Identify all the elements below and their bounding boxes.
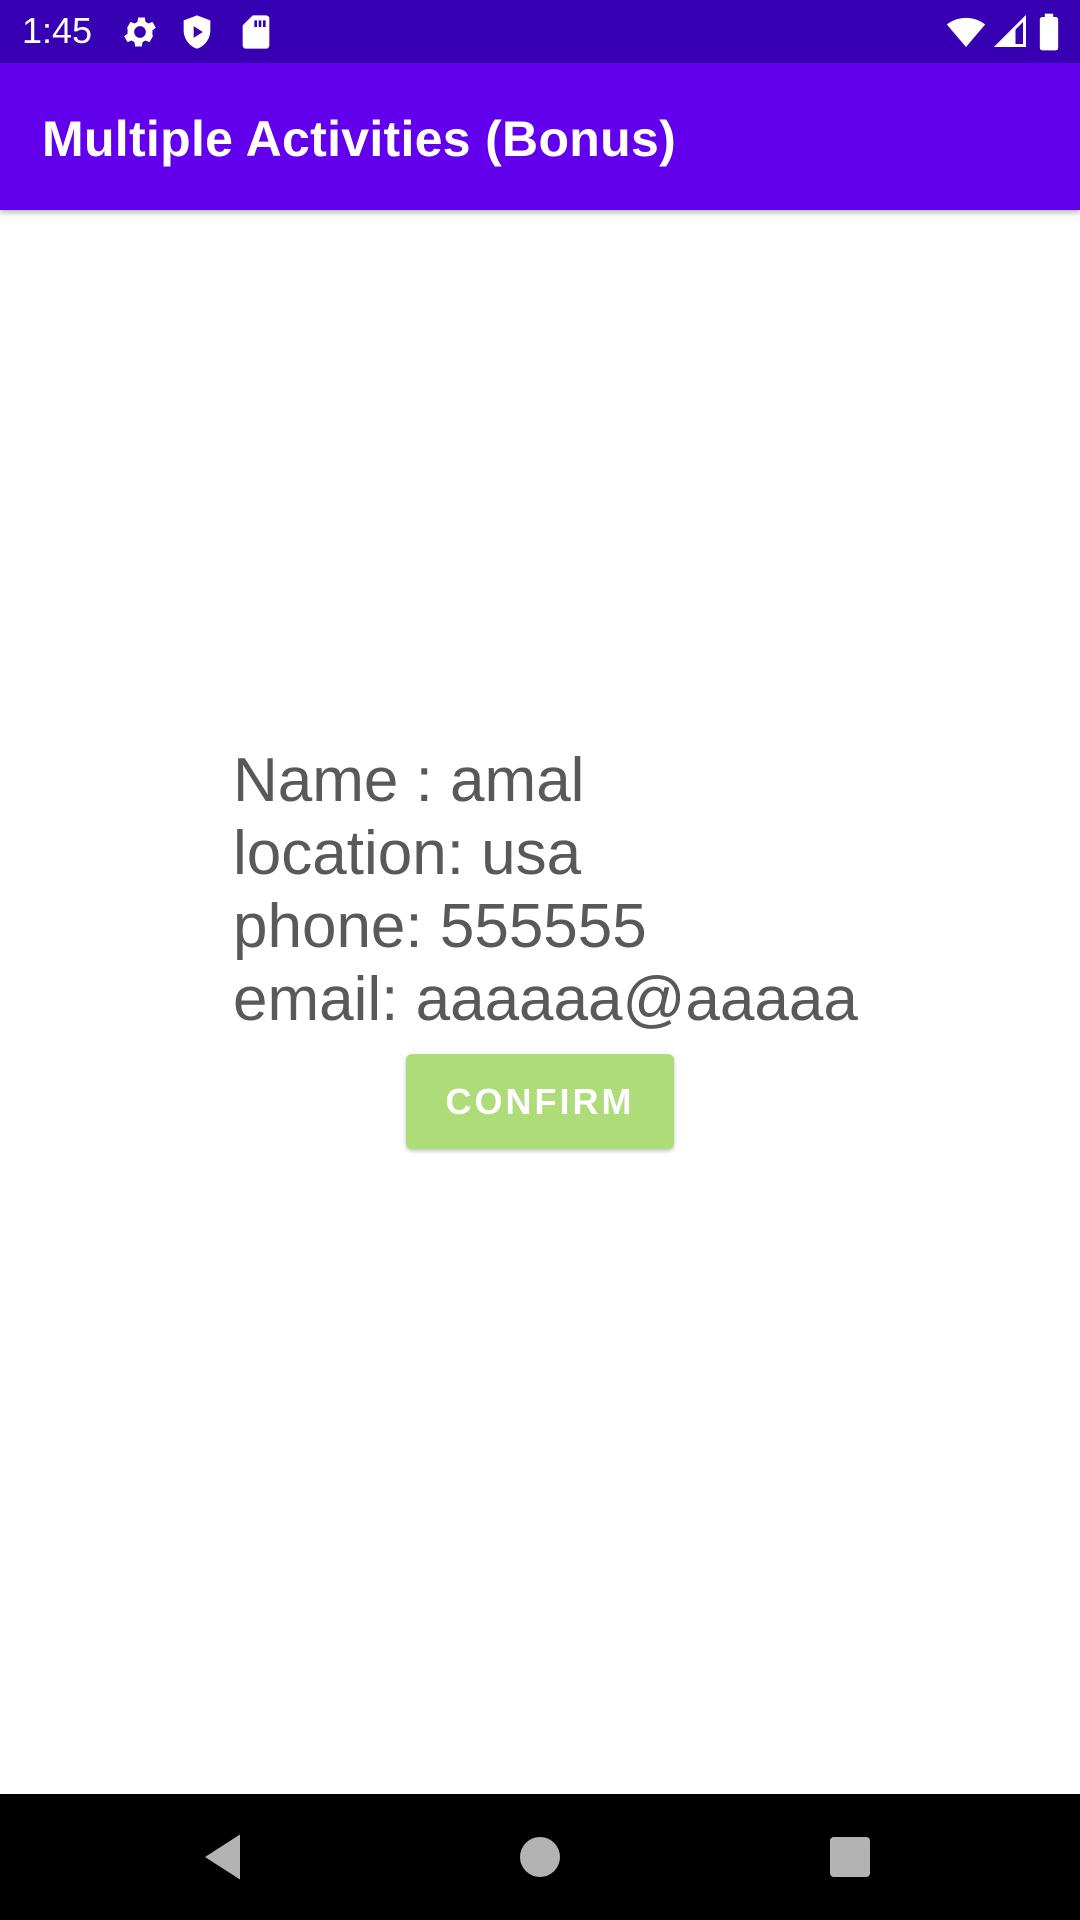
sd-card-icon <box>236 12 276 52</box>
recents-icon[interactable] <box>820 1827 880 1887</box>
email-line: email: aaaaaa@aaaaa <box>233 965 858 1034</box>
navigation-bar <box>0 1794 1080 1920</box>
battery-icon <box>1036 12 1062 52</box>
gear-icon <box>120 12 160 52</box>
home-icon[interactable] <box>510 1827 570 1887</box>
confirm-button[interactable]: CONFIRM <box>406 1054 674 1149</box>
app-bar: Multiple Activities (Bonus) <box>0 63 1080 210</box>
back-icon[interactable] <box>195 1827 255 1887</box>
status-time: 1:45 <box>22 10 93 51</box>
cellular-signal-icon <box>993 12 1029 52</box>
status-bar: 1:45 <box>0 0 1080 63</box>
phone-line: phone: 555555 <box>233 892 647 961</box>
shield-play-icon <box>177 12 217 52</box>
screen: 1:45 Multiple Activities (Bonus) Name : … <box>0 0 1080 1920</box>
app-title: Multiple Activities (Bonus) <box>42 111 677 167</box>
wifi-icon <box>944 12 988 52</box>
details-text: Name : amal location: usa phone: 555555 … <box>233 744 933 1036</box>
name-line: Name : amal <box>233 746 585 815</box>
location-line: location: usa <box>233 819 582 888</box>
